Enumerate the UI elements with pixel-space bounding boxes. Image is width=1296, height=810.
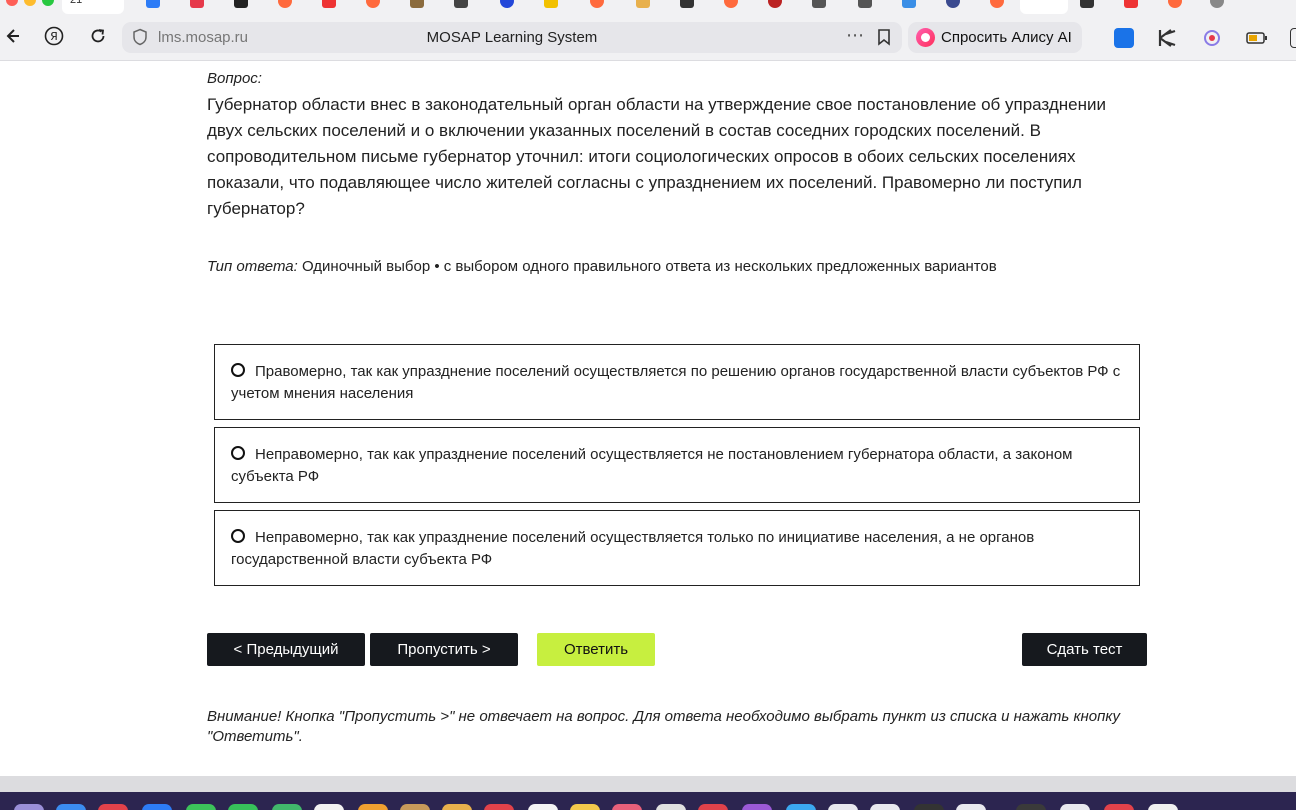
dock-app-icon[interactable] [98, 804, 128, 810]
dock-app-icon[interactable] [400, 804, 430, 810]
answer-option-text: Правомерно, так как упразднение поселени… [231, 363, 1121, 402]
radio-button[interactable] [231, 529, 245, 543]
question-text: Губернатор области внес в законодательны… [207, 95, 1106, 218]
tab-favicon[interactable] [146, 0, 160, 8]
dock-app-icon[interactable] [1104, 804, 1134, 810]
dock-app-icon[interactable] [56, 804, 86, 810]
dock-app-icon[interactable] [314, 804, 344, 810]
answer-option-1[interactable]: Правомерно, так как упразднение поселени… [214, 344, 1140, 420]
dock-app-icon[interactable] [1016, 804, 1046, 810]
dock-app-icon[interactable] [142, 804, 172, 810]
answer-button[interactable]: Ответить [537, 633, 655, 666]
answer-type-line: Тип ответа: Одиночный выбор • с выбором … [207, 258, 997, 275]
dock-app-icon[interactable] [1148, 804, 1178, 810]
tab-favicon[interactable] [366, 0, 380, 8]
answer-type-label: Тип ответа: [207, 258, 298, 275]
dock-app-icon[interactable] [14, 804, 44, 810]
tab-favicon[interactable] [322, 0, 336, 8]
tab-favicon[interactable] [1080, 0, 1094, 8]
dock-app-icon[interactable] [228, 804, 258, 810]
pinned-tab[interactable] [1020, 0, 1068, 14]
dock-app-icon[interactable] [186, 804, 216, 810]
new-tab-button[interactable] [1210, 0, 1224, 8]
tab-favicon[interactable] [234, 0, 248, 8]
browser-toolbar: Я lms.mosap.ru MOSAP Learning System ⋯ С… [0, 14, 1296, 61]
extension-icon[interactable] [1202, 28, 1222, 48]
horizontal-scrollbar[interactable] [0, 776, 1296, 792]
skip-button[interactable]: Пропустить > [370, 633, 518, 666]
kinopoisk-extension-icon[interactable] [1157, 28, 1177, 48]
tab-favicon[interactable] [278, 0, 292, 8]
battery-icon [1246, 28, 1267, 48]
bookmark-icon[interactable] [876, 28, 892, 46]
tab-strip: 21 [0, 0, 1296, 14]
dock-app-icon[interactable] [528, 804, 558, 810]
answer-option-3[interactable]: Неправомерно, так как упразднение поселе… [214, 510, 1140, 586]
alice-logo-icon [916, 28, 935, 47]
question-caption: Вопрос: [207, 70, 262, 87]
macos-dock [0, 792, 1296, 810]
ask-alice-label: Спросить Алису AI [941, 29, 1072, 46]
url-text[interactable]: lms.mosap.ru [158, 29, 248, 46]
tab-favicon[interactable] [500, 0, 514, 8]
previous-button[interactable]: < Предыдущий [207, 633, 365, 666]
active-tab[interactable]: 21 [62, 0, 124, 14]
tab-favicon[interactable] [1168, 0, 1182, 8]
test-page: Вопрос: Губернатор области внес в законо… [0, 62, 1296, 776]
ask-alice-button[interactable]: Спросить Алису AI [908, 22, 1082, 53]
shield-icon [133, 28, 147, 46]
answer-option-text: Неправомерно, так как упразднение поселе… [231, 529, 1035, 568]
dock-app-icon[interactable] [742, 804, 772, 810]
warning-note: Внимание! Кнопка "Пропустить >" не отвеч… [207, 708, 1120, 745]
dock-app-icon[interactable] [656, 804, 686, 810]
tab-favicon[interactable] [812, 0, 826, 8]
dock-app-icon[interactable] [442, 804, 472, 810]
radio-button[interactable] [231, 446, 245, 460]
dock-app-icon[interactable] [570, 804, 600, 810]
tab-favicon[interactable] [902, 0, 916, 8]
tab-favicon[interactable] [724, 0, 738, 8]
answer-option-text: Неправомерно, так как упразднение поселе… [231, 446, 1073, 485]
sidebar-toggle-icon[interactable] [1290, 28, 1296, 48]
svg-text:Я: Я [50, 30, 58, 43]
dock-app-icon[interactable] [698, 804, 728, 810]
dock-app-icon[interactable] [358, 804, 388, 810]
reload-icon[interactable] [86, 24, 110, 48]
minimize-window-button[interactable] [24, 0, 36, 6]
tab-favicon[interactable] [454, 0, 468, 8]
radio-button[interactable] [231, 363, 245, 377]
dock-app-icon[interactable] [786, 804, 816, 810]
address-bar[interactable]: lms.mosap.ru MOSAP Learning System ⋯ [122, 22, 902, 53]
dock-app-icon[interactable] [914, 804, 944, 810]
yandex-extension-icon[interactable] [1114, 28, 1134, 48]
dock-app-icon[interactable] [1060, 804, 1090, 810]
dock-app-icon[interactable] [612, 804, 642, 810]
tab-favicon[interactable] [544, 0, 558, 8]
tab-favicon[interactable] [190, 0, 204, 8]
back-arrow-icon[interactable] [0, 24, 24, 48]
tab-counter-icon: 21 [70, 0, 83, 6]
tab-favicon[interactable] [990, 0, 1004, 8]
submit-test-button[interactable]: Сдать тест [1022, 633, 1147, 666]
tab-favicon[interactable] [768, 0, 782, 8]
answer-option-2[interactable]: Неправомерно, так как упразднение поселе… [214, 427, 1140, 503]
dock-app-icon[interactable] [272, 804, 302, 810]
close-window-button[interactable] [6, 0, 18, 6]
dock-app-icon[interactable] [870, 804, 900, 810]
tab-favicon[interactable] [636, 0, 650, 8]
yandex-logo-icon[interactable]: Я [42, 24, 66, 48]
tab-favicon[interactable] [946, 0, 960, 8]
dock-app-icon[interactable] [484, 804, 514, 810]
tab-favicon[interactable] [680, 0, 694, 8]
dock-app-icon[interactable] [828, 804, 858, 810]
more-options-icon[interactable]: ⋯ [846, 25, 865, 46]
maximize-window-button[interactable] [42, 0, 54, 6]
tab-favicon[interactable] [1124, 0, 1138, 8]
tab-favicon[interactable] [858, 0, 872, 8]
dock-app-icon[interactable] [956, 804, 986, 810]
tab-favicon[interactable] [410, 0, 424, 8]
answer-type-value: Одиночный выбор • с выбором одного прави… [301, 258, 997, 275]
tab-favicon[interactable] [590, 0, 604, 8]
